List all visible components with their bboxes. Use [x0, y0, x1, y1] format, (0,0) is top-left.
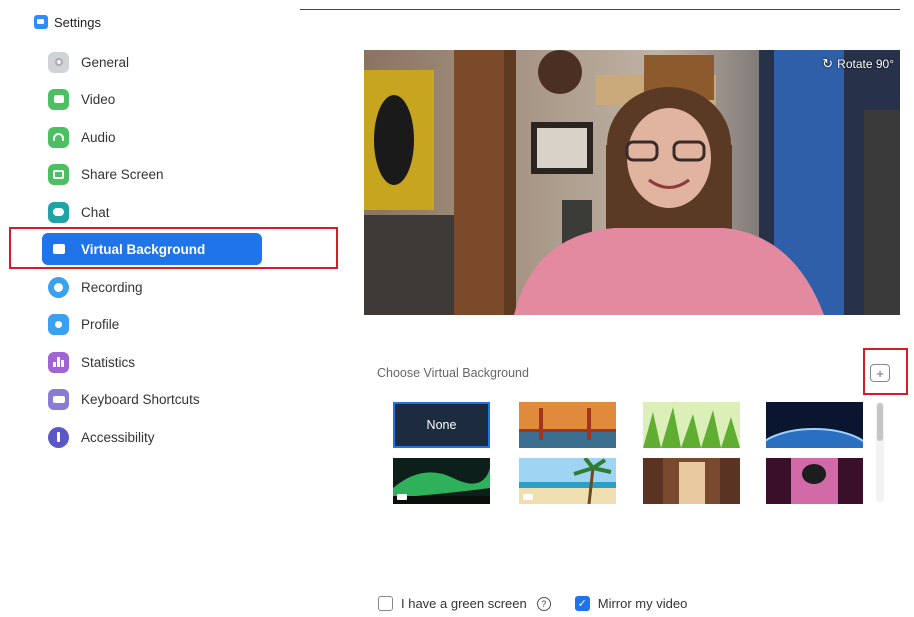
share-screen-icon: [48, 163, 69, 185]
rotate-label: Rotate 90°: [837, 57, 894, 71]
gear-icon: [48, 51, 69, 73]
sidebar-item-audio[interactable]: Audio: [42, 121, 262, 153]
background-thumb-aurora[interactable]: [393, 458, 490, 504]
rotate-button[interactable]: ↻ Rotate 90°: [822, 56, 894, 72]
zoom-logo-icon: [34, 15, 48, 29]
sidebar-item-recording[interactable]: Recording: [42, 271, 262, 303]
statistics-icon: [48, 351, 69, 373]
video-camera-icon: [48, 88, 69, 110]
help-icon[interactable]: ?: [536, 596, 551, 611]
sidebar-item-accessibility[interactable]: Accessibility: [42, 421, 262, 453]
sidebar-item-share-screen[interactable]: Share Screen: [42, 158, 262, 190]
background-thumb-purple-stage[interactable]: [766, 458, 863, 504]
background-thumb-grass[interactable]: [643, 402, 740, 448]
keyboard-icon: [48, 388, 69, 410]
background-thumb-hallway-room[interactable]: [643, 458, 740, 504]
rotate-icon: ↻: [822, 56, 834, 71]
camera-preview: ↻ Rotate 90°: [364, 50, 900, 315]
annotation-highlight-virtual-background: [9, 227, 338, 269]
sidebar-item-video[interactable]: Video: [42, 83, 262, 115]
camera-preview-image: [364, 50, 900, 315]
sidebar-item-label: Keyboard Shortcuts: [81, 391, 200, 407]
thumb-label: None: [426, 418, 457, 432]
sidebar-item-chat[interactable]: Chat: [42, 196, 262, 228]
background-thumb-none[interactable]: None: [393, 402, 490, 448]
sidebar-item-label: Video: [81, 91, 116, 107]
sidebar-item-label: Accessibility: [81, 429, 155, 445]
green-screen-checkbox[interactable]: [378, 596, 393, 611]
sidebar-item-label: Chat: [81, 204, 110, 220]
sidebar-item-general[interactable]: General: [42, 46, 262, 78]
video-thumbnail-icon: [397, 494, 407, 500]
profile-icon: [48, 313, 69, 335]
recording-icon: [48, 276, 69, 298]
background-thumb-beach-palm[interactable]: [519, 458, 616, 504]
sidebar-item-label: Profile: [81, 316, 120, 332]
top-divider: [300, 9, 900, 10]
background-thumb-earth-from-space[interactable]: [766, 402, 863, 448]
sidebar-item-profile[interactable]: Profile: [42, 308, 262, 340]
sidebar-item-label: Share Screen: [81, 166, 164, 182]
accessibility-icon: [48, 426, 69, 448]
thumbnail-scrollbar-thumb[interactable]: [877, 403, 883, 441]
background-thumbnail-grid: None: [393, 402, 873, 504]
mirror-video-checkbox[interactable]: ✓: [574, 596, 590, 611]
sidebar-item-keyboard-shortcuts[interactable]: Keyboard Shortcuts: [42, 383, 262, 415]
video-thumbnail-icon: [523, 494, 533, 500]
green-screen-label[interactable]: I have a green screen: [401, 596, 527, 611]
background-thumb-golden-gate-bridge[interactable]: [519, 402, 616, 448]
window-title: Settings: [54, 14, 101, 30]
chat-icon: [48, 201, 69, 223]
title-bar: Settings: [34, 12, 101, 32]
sidebar-item-statistics[interactable]: Statistics: [42, 346, 262, 378]
options-row: I have a green screen ? ✓ Mirror my vide…: [378, 596, 687, 611]
sidebar-item-label: Recording: [81, 279, 143, 295]
sidebar-item-label: General: [81, 54, 130, 70]
mirror-video-label[interactable]: Mirror my video: [598, 596, 688, 611]
annotation-highlight-add-button: [863, 348, 908, 395]
headphones-icon: [48, 126, 69, 148]
sidebar-item-label: Statistics: [81, 354, 136, 370]
choose-background-label: Choose Virtual Background: [377, 366, 529, 380]
sidebar-item-label: Audio: [81, 129, 116, 145]
